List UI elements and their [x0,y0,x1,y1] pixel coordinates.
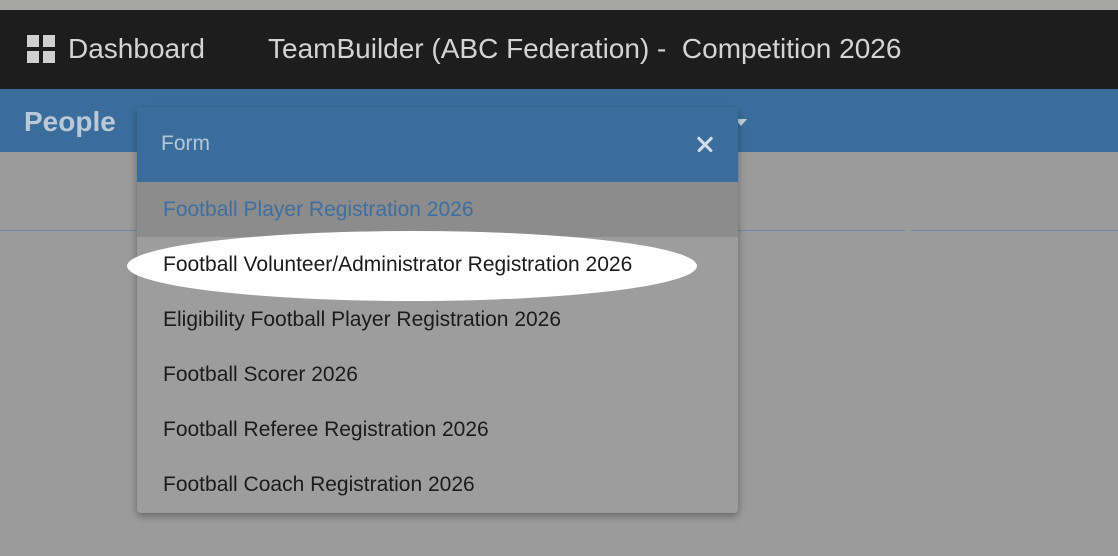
highlighted-option-label[interactable]: Football Volunteer/Administrator Registr… [163,237,632,292]
form-option-label: Football Scorer 2026 [163,363,358,386]
form-option-coach-registration[interactable]: Football Coach Registration 2026 [137,457,738,512]
form-option-label: Football Player Registration 2026 [163,198,474,221]
form-option-label: Football Coach Registration 2026 [163,473,475,496]
form-dropdown: Form Football Player Registration 2026 F… [137,107,738,513]
dropdown-title: Form [161,132,210,155]
dropdown-header: Form [137,107,738,182]
form-option-player-registration[interactable]: Football Player Registration 2026 [137,182,738,237]
app-title: TeamBuilder (ABC Federation) - Competiti… [268,33,902,64]
dashboard-link[interactable]: Dashboard [68,32,205,66]
tab-divider-right [911,230,1118,231]
grid-icon[interactable] [27,35,55,63]
window-top-strip [0,0,1118,10]
section-title: People [24,106,116,137]
close-icon[interactable] [690,129,720,159]
top-navbar: Dashboard TeamBuilder (ABC Federation) -… [0,10,1118,89]
form-option-scorer[interactable]: Football Scorer 2026 [137,347,738,402]
form-option-label: Eligibility Football Player Registration… [163,308,562,331]
form-option-label: Football Referee Registration 2026 [163,418,489,441]
form-option-referee-registration[interactable]: Football Referee Registration 2026 [137,402,738,457]
